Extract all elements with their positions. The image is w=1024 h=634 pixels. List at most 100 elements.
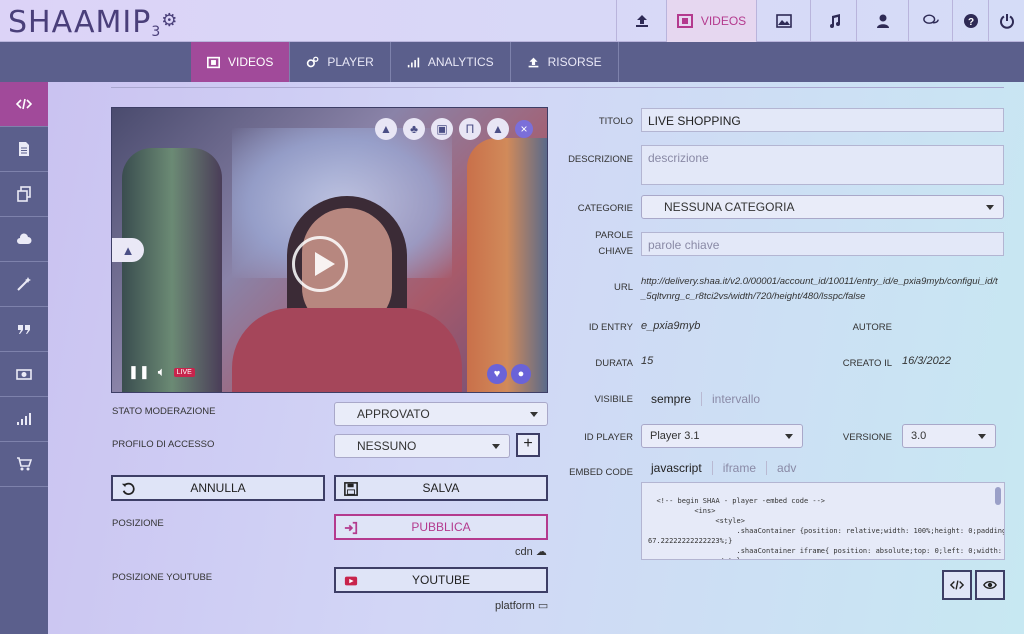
play-icon[interactable] — [292, 236, 348, 292]
moderation-select[interactable]: APPROVATO — [334, 402, 548, 426]
url-value-1[interactable]: http://delivery.shaa.it/v2.0/00001/accou… — [641, 276, 998, 287]
moderation-label: STATO MODERAZIONE — [112, 406, 216, 417]
signal-icon — [17, 413, 31, 425]
nav-videos[interactable]: VIDEOS — [666, 0, 756, 42]
clothes-rack-right — [467, 138, 547, 392]
tab-player[interactable]: PLAYER — [290, 42, 391, 82]
user-icon[interactable] — [856, 0, 908, 42]
title-label: TITOLO — [598, 116, 633, 127]
duration-label: DURATA — [595, 358, 633, 369]
top-header: SHAAMIP3⚙ VIDEOS ? — [0, 0, 1024, 42]
app-logo[interactable]: SHAAMIP3⚙ — [8, 5, 178, 40]
sidebar-item-embed[interactable] — [0, 82, 48, 127]
sidebar-item-cloud[interactable] — [0, 217, 48, 262]
cancel-label: ANNULLA — [190, 481, 246, 495]
sidebar-item-magic[interactable] — [0, 262, 48, 307]
shirt-icon[interactable]: ▣ — [431, 118, 453, 140]
upload-icon[interactable] — [616, 0, 666, 42]
tab-risorse-label: RISORSE — [547, 55, 602, 69]
version-select[interactable]: 3.0 — [902, 424, 996, 448]
publish-button[interactable]: PUBBLICA — [334, 514, 548, 540]
description-label: DESCRIZIONE — [568, 154, 633, 165]
publish-label: PUBBLICA — [411, 520, 471, 534]
save-button[interactable]: SALVA — [334, 475, 548, 501]
hdd-icon: ▭ — [537, 600, 549, 612]
sidebar-item-signal[interactable] — [0, 397, 48, 442]
volume-icon[interactable]: 🔈︎ — [158, 364, 166, 380]
embed-code-textarea[interactable]: <!-- begin SHAA - player -embed code -->… — [641, 482, 1005, 560]
sidebar-item-copy[interactable] — [0, 172, 48, 217]
title-input[interactable]: LIVE SHOPPING — [641, 108, 1004, 132]
dress-icon[interactable]: ♣ — [403, 118, 425, 140]
category-select[interactable]: NESSUNA CATEGORIA — [641, 195, 1004, 219]
magic-wand-icon — [17, 277, 31, 291]
version-label: VERSIONE — [842, 432, 892, 443]
film-icon — [676, 14, 693, 28]
tab-videos-label: VIDEOS — [228, 55, 274, 69]
url-value-2[interactable]: _5qltvnrg_c_r8tci2vs/width/720/height/48… — [641, 291, 865, 302]
duration-value: 15 — [641, 355, 654, 367]
help-icon[interactable]: ? — [952, 0, 988, 42]
sidebar — [0, 82, 48, 634]
keywords-input[interactable]: parole chiave — [641, 232, 1004, 256]
cancel-button[interactable]: ANNULLA — [111, 475, 325, 501]
tab-iframe[interactable]: iframe — [713, 461, 768, 475]
chevron-down-icon — [978, 434, 986, 439]
tab-analytics[interactable]: ANALYTICS — [391, 42, 511, 82]
product-icons: ▲ ♣ ▣ Π ▲ × — [375, 118, 533, 140]
cloud-icon — [17, 233, 32, 244]
description-input[interactable]: descrizione — [641, 145, 1004, 185]
tab-adv[interactable]: adv — [767, 461, 806, 475]
cloud-icon: ☁ — [535, 546, 547, 558]
logo-version: 3 — [151, 24, 162, 40]
moderation-value: APPROVATO — [357, 407, 430, 421]
nav-videos-label: VIDEOS — [700, 14, 747, 28]
skirt-icon[interactable]: ▲ — [487, 118, 509, 140]
sidebar-item-document[interactable] — [0, 127, 48, 172]
preview-button[interactable] — [975, 570, 1005, 600]
visible-label: VISIBILE — [594, 394, 633, 405]
live-badge: LIVE — [173, 367, 195, 377]
created-value: 16/3/2022 — [902, 355, 951, 367]
platform-label: platform ▭ — [495, 599, 548, 612]
chevron-down-icon — [785, 434, 793, 439]
scrollbar[interactable] — [995, 487, 1001, 505]
divider — [111, 87, 1004, 88]
music-icon[interactable] — [810, 0, 856, 42]
player-select[interactable]: Player 3.1 — [641, 424, 803, 448]
close-icon[interactable]: × — [515, 120, 533, 138]
document-icon — [19, 142, 29, 156]
sidebar-item-cart[interactable] — [0, 442, 48, 487]
video-player[interactable]: ▲ ♣ ▣ Π ▲ × ▲ ❚❚ 🔈︎ LIVE ♥ ● — [111, 107, 548, 393]
tab-risorse[interactable]: RISORSE — [511, 42, 619, 82]
chat-icon[interactable] — [908, 0, 952, 42]
version-value: 3.0 — [911, 430, 927, 442]
sub-tabs: VIDEOS PLAYER ANALYTICS RISORSE — [191, 42, 619, 82]
created-label: CREATO IL — [842, 358, 892, 369]
eye-icon — [983, 581, 997, 589]
platform-text: platform — [495, 600, 535, 612]
tab-videos[interactable]: VIDEOS — [191, 42, 291, 82]
visible-always[interactable]: sempre — [641, 392, 703, 406]
image-icon[interactable] — [756, 0, 810, 42]
comment-icon[interactable]: ● — [511, 364, 531, 384]
tab-javascript[interactable]: javascript — [641, 461, 713, 475]
sidebar-item-money[interactable] — [0, 352, 48, 397]
youtube-button[interactable]: YOUTUBE — [334, 567, 548, 593]
access-select[interactable]: NESSUNO — [334, 434, 510, 458]
dress-icon[interactable]: ▲ — [375, 118, 397, 140]
pause-icon[interactable]: ❚❚ — [128, 364, 150, 380]
embed-code-button[interactable] — [942, 570, 972, 600]
youtube-position-label: POSIZIONE YOUTUBE — [112, 572, 213, 583]
power-icon[interactable] — [988, 0, 1024, 42]
dress-icon[interactable]: ▲ — [112, 238, 144, 262]
bars-icon — [407, 57, 420, 67]
top-nav: VIDEOS ? — [616, 0, 1024, 42]
embed-label: EMBED CODE — [569, 467, 633, 478]
add-access-button[interactable]: + — [516, 433, 540, 457]
sidebar-item-quote[interactable] — [0, 307, 48, 352]
pants-icon[interactable]: Π — [459, 118, 481, 140]
heart-icon[interactable]: ♥ — [487, 364, 507, 384]
sub-nav-bar: VIDEOS PLAYER ANALYTICS RISORSE — [0, 42, 1024, 82]
visible-interval[interactable]: intervallo — [702, 392, 770, 406]
